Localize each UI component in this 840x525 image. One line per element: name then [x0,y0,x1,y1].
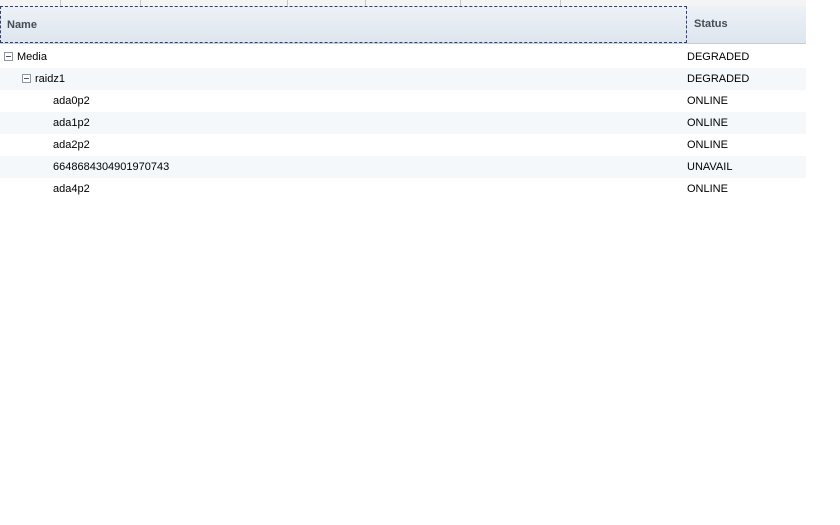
collapse-toggle-icon[interactable] [22,74,31,83]
column-header-status[interactable]: Status [687,6,806,43]
row-status: ONLINE [687,183,728,195]
row-name: 6648684304901970743 [53,161,170,173]
tree-row-vdev[interactable]: raidz1 DEGRADED [0,68,806,90]
row-name: ada4p2 [53,183,90,195]
pool-status-tree-grid: Name Status Media DEGRADED raidz1 DEGRAD… [0,6,806,200]
tree-row-disk[interactable]: ada0p2 ONLINE [0,90,806,112]
row-status: ONLINE [687,117,728,129]
tree-row-disk[interactable]: ada2p2 ONLINE [0,134,806,156]
tree-row-disk[interactable]: ada4p2 ONLINE [0,178,806,200]
row-name: ada1p2 [53,117,90,129]
row-status: UNAVAIL [687,161,733,173]
row-name: Media [17,51,47,63]
row-name: raidz1 [35,73,65,85]
tree-row-disk[interactable]: 6648684304901970743 UNAVAIL [0,156,806,178]
column-header-name[interactable]: Name [0,6,687,43]
row-status: ONLINE [687,95,728,107]
collapse-toggle-icon[interactable] [4,52,13,61]
row-status: ONLINE [687,139,728,151]
row-name: ada0p2 [53,95,90,107]
row-status: DEGRADED [687,73,750,85]
row-status: DEGRADED [687,51,750,63]
tree-row-disk[interactable]: ada1p2 ONLINE [0,112,806,134]
tree-row-pool[interactable]: Media DEGRADED [0,46,806,68]
row-name: ada2p2 [53,139,90,151]
grid-header: Name Status [0,6,806,44]
